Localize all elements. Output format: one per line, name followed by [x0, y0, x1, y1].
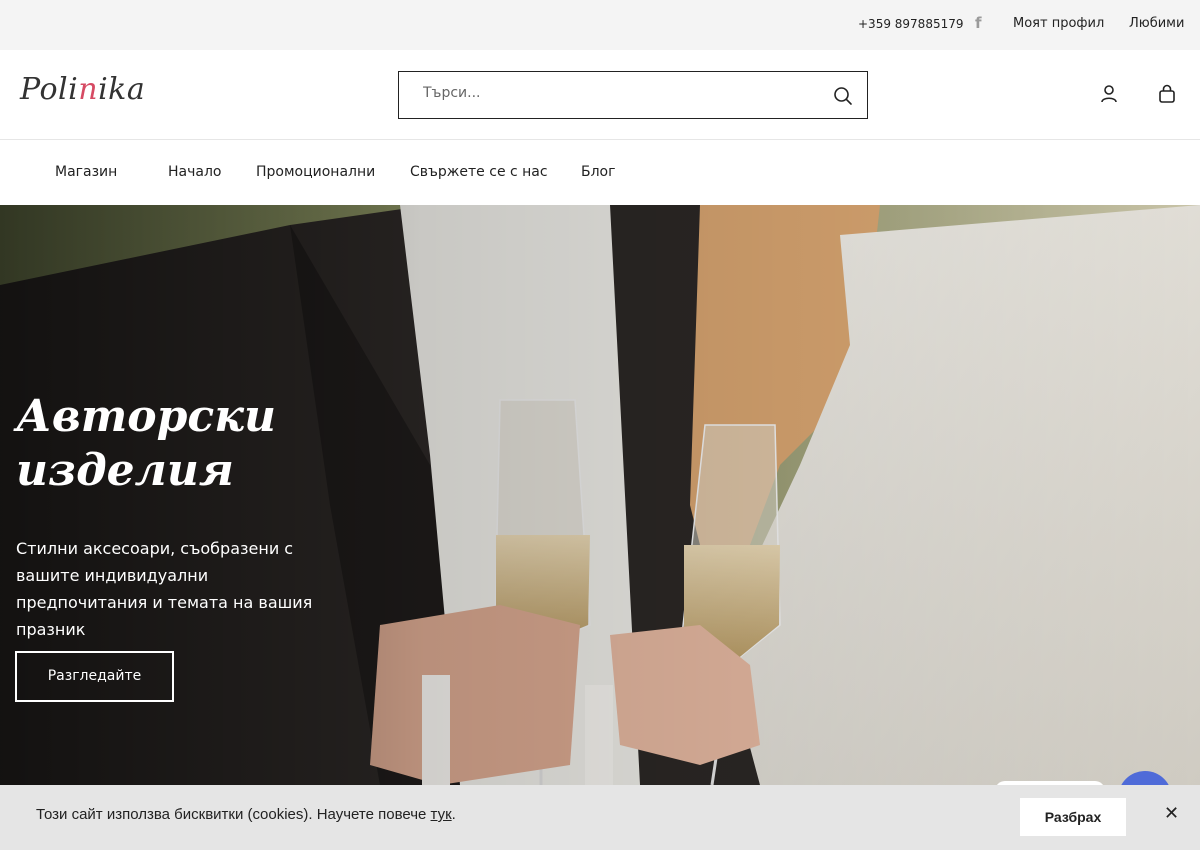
close-icon[interactable]: ✕ — [1164, 803, 1179, 824]
hero-description: Стилни аксесоари, съобразени с вашите ин… — [16, 539, 313, 639]
user-icon[interactable] — [1098, 83, 1120, 105]
search-icon[interactable] — [833, 86, 853, 106]
cookie-accept-button[interactable]: Разбрах — [1020, 798, 1126, 836]
hero-banner: Авторски изделия Стилни аксесоари, съобр… — [0, 205, 1200, 785]
cookie-message: Този сайт използва бисквитки (cookies). … — [36, 806, 456, 823]
nav-item-promotions[interactable]: Промоционални — [256, 164, 375, 180]
favorites-link[interactable]: Любими — [1129, 16, 1184, 31]
search-input[interactable] — [423, 85, 823, 101]
cookie-more-link[interactable]: тук — [431, 806, 452, 823]
nav-item-home[interactable]: Начало — [168, 164, 221, 180]
site-logo[interactable]: Polinika — [20, 72, 145, 107]
bag-icon[interactable] — [1156, 83, 1178, 105]
search-box — [398, 71, 868, 119]
nav-item-blog[interactable]: Блог — [581, 164, 615, 180]
hero-title: Авторски изделия — [16, 391, 276, 496]
top-bar: +359 897885179 f Моят профил Любими — [0, 0, 1200, 50]
browse-button[interactable]: Разгледайте — [15, 651, 174, 702]
phone-link[interactable]: +359 897885179 — [858, 17, 964, 31]
cookie-banner: Този сайт използва бисквитки (cookies). … — [0, 785, 1200, 850]
facebook-icon[interactable]: f — [975, 14, 982, 32]
nav-item-shop[interactable]: Магазин — [55, 164, 117, 180]
site-header: Polinika — [0, 50, 1200, 140]
main-nav: Магазин Начало Промоционални Свържете се… — [0, 140, 1200, 205]
my-profile-link[interactable]: Моят профил — [1013, 16, 1104, 31]
nav-item-contact[interactable]: Свържете се с нас — [410, 164, 548, 180]
